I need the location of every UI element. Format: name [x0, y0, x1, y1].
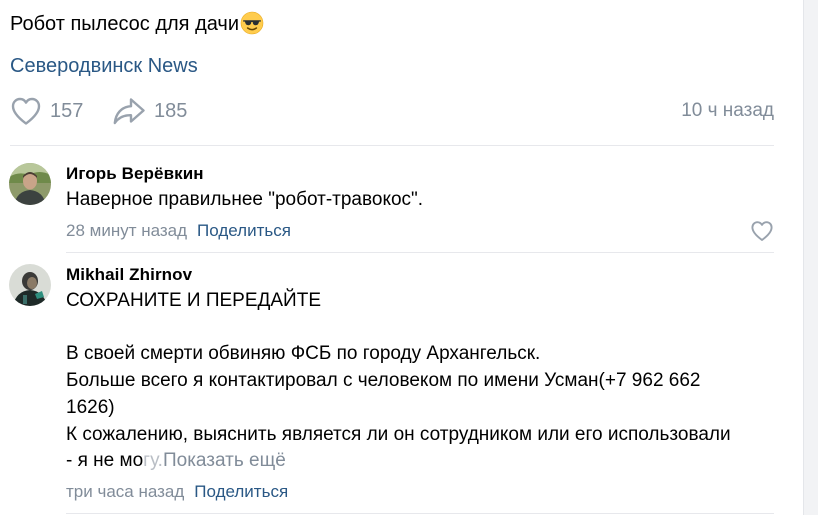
comment-line-visible: - я не мо: [66, 450, 144, 472]
comment-share-link[interactable]: Поделиться: [194, 482, 288, 501]
avatar[interactable]: [9, 163, 51, 205]
like-count: 157: [50, 99, 84, 122]
comment-author[interactable]: Mikhail Zhirnov: [66, 265, 192, 285]
comment-author[interactable]: Игорь Верёвкин: [66, 164, 204, 184]
share-arrow-icon: [113, 98, 145, 125]
avatar-photo: [9, 163, 51, 205]
share-count: 185: [154, 99, 188, 122]
post-timestamp: 10 ч назад: [681, 100, 774, 121]
scrollbar[interactable]: [803, 0, 818, 515]
comment-line: К сожалению, выяснить является ли он сот…: [66, 423, 731, 445]
comment-meta: 28 минут назад Поделиться: [66, 221, 291, 241]
comment-line-faded: гу.: [143, 450, 163, 472]
comment-timestamp[interactable]: три часа назад: [66, 482, 184, 501]
avatar[interactable]: [9, 264, 51, 306]
comment-divider: [66, 513, 774, 514]
source-link[interactable]: Северодвинск News: [10, 53, 198, 79]
post-divider: [10, 145, 774, 146]
comment-meta: три часа назад Поделиться: [66, 482, 288, 502]
comment-timestamp[interactable]: 28 минут назад: [66, 221, 187, 240]
share-button[interactable]: 185: [112, 94, 187, 128]
post-actions: 157 185 10 ч назад: [10, 94, 774, 128]
smiling-face-with-sunglasses-icon: [240, 11, 264, 35]
comment-text: СОХРАНИТЕ И ПЕРЕДАЙТЕ В своей смерти обв…: [66, 288, 731, 475]
show-more-link[interactable]: Показать ещё: [163, 450, 286, 471]
post-text-content: Робот пылесос для дачи: [10, 13, 240, 35]
comment-line: [66, 315, 731, 342]
comment-line: 1626): [66, 396, 115, 418]
comment-last-line: - я не могу.Показать ещё: [66, 448, 731, 475]
comment-line: СОХРАНИТЕ И ПЕРЕДАЙТЕ: [66, 290, 321, 311]
comment-text: Наверное правильнее "робот-травокос".: [66, 187, 423, 214]
post-text: Робот пылесос для дачи: [10, 10, 264, 38]
feed-page: Робот пылесос для дачи Северодвинск News…: [0, 0, 818, 515]
comment-line: В своей смерти обвиняю ФСБ по городу Арх…: [66, 343, 541, 365]
comment-heart-icon[interactable]: [750, 220, 774, 242]
like-button[interactable]: 157: [10, 94, 83, 128]
avatar-photo: [9, 264, 51, 306]
comment-share-link[interactable]: Поделиться: [197, 221, 291, 240]
comment-divider: [66, 252, 774, 253]
comment-line: Больше всего я контактировал с человеком…: [66, 370, 701, 392]
heart-icon: [11, 97, 41, 125]
comment-line: Наверное правильнее "робот-травокос".: [66, 189, 424, 210]
